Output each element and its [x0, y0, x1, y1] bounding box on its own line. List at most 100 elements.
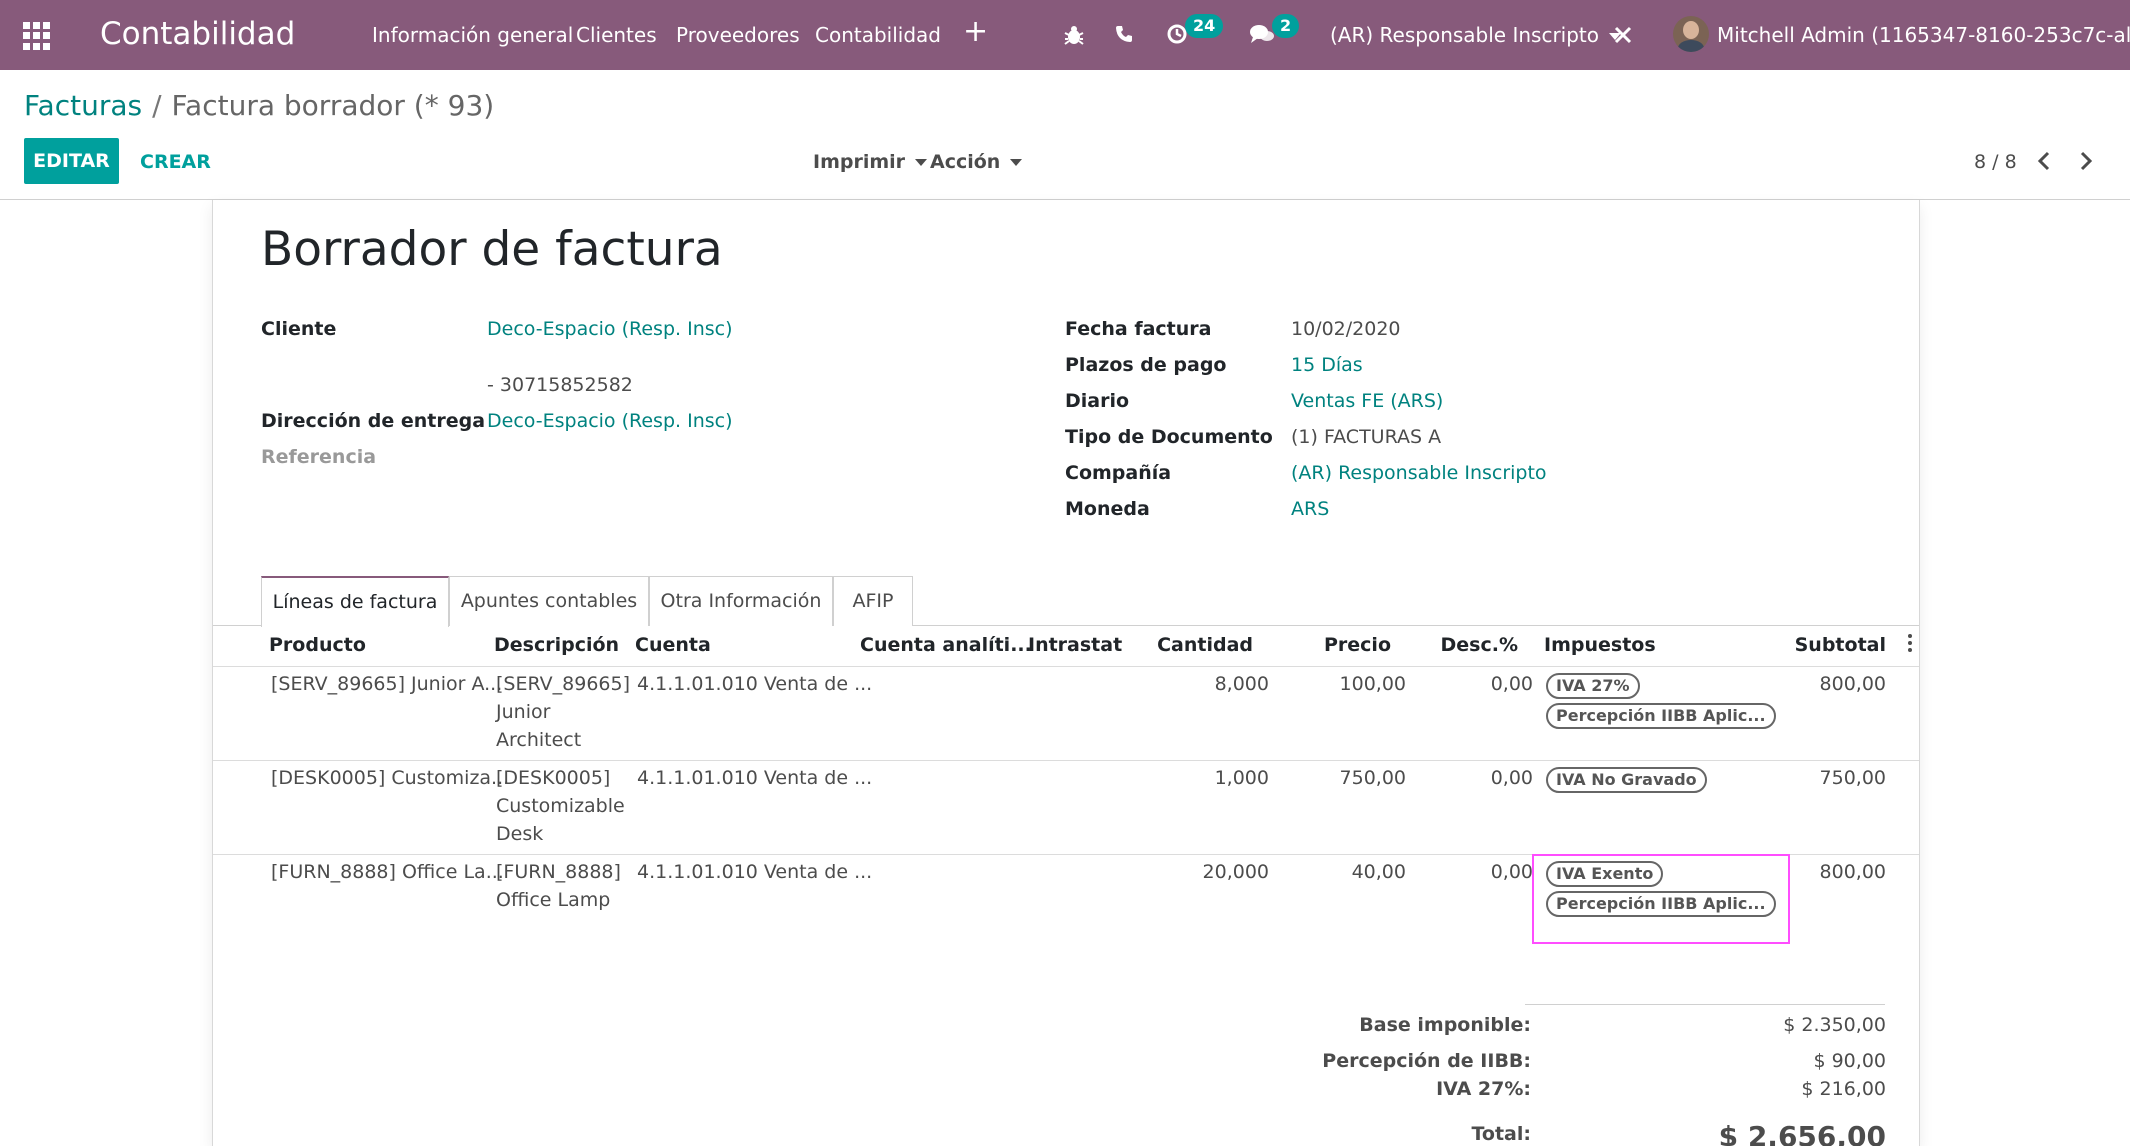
customer-vat: - 30715852582: [487, 374, 633, 396]
iibb-label: Percepción de IIBB:: [1322, 1050, 1531, 1072]
edit-button[interactable]: EDITAR: [24, 138, 119, 184]
optional-columns-icon[interactable]: [1908, 634, 1912, 652]
user-menu[interactable]: Mitchell Admin (1165347-8160-253c7c-all): [1717, 22, 2130, 48]
menu-informacion-general[interactable]: Información general: [372, 22, 573, 48]
bug-icon[interactable]: [1063, 24, 1085, 46]
tab-lineas-de-factura[interactable]: Líneas de factura: [261, 576, 449, 627]
action-dropdown[interactable]: Acción: [930, 150, 1023, 174]
tab-otra-informacion[interactable]: Otra Información: [649, 576, 833, 626]
cell-description-line[interactable]: Junior: [496, 698, 550, 726]
col-descripcion[interactable]: Descripción: [494, 633, 619, 657]
col-cantidad[interactable]: Cantidad: [1153, 633, 1253, 657]
breadcrumb-facturas-link[interactable]: Facturas: [24, 89, 142, 122]
invoice-date-label: Fecha factura: [1065, 318, 1212, 340]
cell-description-line[interactable]: Architect: [496, 726, 581, 754]
cell-price[interactable]: 750,00: [1293, 764, 1406, 792]
reference-label: Referencia: [261, 446, 377, 468]
company-switcher[interactable]: (AR) Responsable Inscripto: [1330, 22, 1622, 48]
totals-divider: [1525, 1004, 1885, 1005]
col-cuenta[interactable]: Cuenta: [635, 633, 711, 657]
cell-subtotal: 800,00: [1819, 673, 1886, 695]
cell-account[interactable]: 4.1.1.01.010 Venta de ...: [637, 764, 872, 792]
chevron-left-icon[interactable]: [2036, 150, 2052, 172]
breadcrumb: Facturas / Factura borrador (* 93): [24, 88, 494, 124]
currency-label: Moneda: [1065, 498, 1150, 520]
company-label: Compañía: [1065, 462, 1172, 484]
payment-terms-label: Plazos de pago: [1065, 354, 1227, 376]
cell-description-line[interactable]: [FURN_8888]: [496, 858, 621, 886]
messages-count-badge: 2: [1272, 14, 1300, 38]
total-label: Total:: [1471, 1123, 1531, 1145]
app-name[interactable]: Contabilidad: [100, 13, 295, 55]
cell-description-line[interactable]: [DESK0005]: [496, 764, 610, 792]
chevron-right-icon[interactable]: [2078, 150, 2094, 172]
cell-price[interactable]: 40,00: [1293, 858, 1406, 886]
cell-account[interactable]: 4.1.1.01.010 Venta de ...: [637, 858, 872, 886]
cell-quantity[interactable]: 1,000: [1153, 764, 1269, 792]
tax-tag[interactable]: IVA No Gravado: [1546, 767, 1707, 793]
col-precio[interactable]: Precio: [1281, 633, 1391, 657]
user-name: Mitchell Admin (1165347-8160-253c7c-all): [1717, 23, 2130, 47]
row-divider: [213, 760, 1919, 761]
cell-subtotal: 750,00: [1819, 767, 1886, 789]
avatar[interactable]: [1673, 16, 1709, 52]
invoice-date-value[interactable]: 10/02/2020: [1291, 317, 1401, 341]
cell-account[interactable]: 4.1.1.01.010 Venta de ...: [637, 670, 872, 698]
col-cuenta-analitica[interactable]: Cuenta analíti...: [860, 633, 1032, 657]
close-icon[interactable]: [1614, 26, 1632, 44]
col-producto[interactable]: Producto: [269, 633, 366, 657]
cell-quantity[interactable]: 8,000: [1153, 670, 1269, 698]
col-subtotal[interactable]: Subtotal: [1773, 633, 1886, 657]
iva-value: $ 216,00: [1801, 1078, 1886, 1100]
base-amount-value: $ 2.350,00: [1783, 1014, 1886, 1036]
pager-value[interactable]: 8 / 8: [1974, 150, 2017, 174]
col-descuento[interactable]: Desc.%: [1425, 633, 1518, 657]
action-label: Acción: [930, 151, 1001, 173]
chevron-down-icon: [1010, 159, 1023, 166]
tab-apuntes-contables[interactable]: Apuntes contables: [449, 576, 649, 626]
document-type-value: (1) FACTURAS A: [1291, 426, 1442, 448]
cell-description-line[interactable]: Customizable: [496, 792, 625, 820]
document-type-label: Tipo de Documento: [1065, 426, 1273, 448]
print-dropdown[interactable]: Imprimir: [813, 150, 928, 174]
cell-discount[interactable]: 0,00: [1443, 764, 1533, 792]
cell-quantity[interactable]: 20,000: [1153, 858, 1269, 886]
cell-price[interactable]: 100,00: [1293, 670, 1406, 698]
apps-grid-icon[interactable]: [23, 22, 51, 50]
page-title: Borrador de factura: [261, 222, 723, 277]
cell-product[interactable]: [FURN_8888] Office La...: [271, 858, 504, 886]
cell-description-line[interactable]: Office Lamp: [496, 886, 610, 914]
menu-proveedores[interactable]: Proveedores: [676, 22, 800, 48]
cell-description-line[interactable]: [SERV_89665]: [496, 670, 630, 698]
tax-tag[interactable]: Percepción IIBB Aplic...: [1546, 703, 1776, 729]
tax-tag[interactable]: IVA 27%: [1546, 673, 1640, 699]
base-amount-label: Base imponible:: [1359, 1014, 1531, 1036]
cell-discount[interactable]: 0,00: [1443, 858, 1533, 886]
payment-terms-link[interactable]: 15 Días: [1291, 353, 1363, 377]
col-intrastat[interactable]: Intrastat: [1028, 633, 1122, 657]
delivery-address-link[interactable]: Deco-Espacio (Resp. Insc): [487, 409, 733, 433]
menu-contabilidad[interactable]: Contabilidad: [815, 22, 941, 48]
activity-count-badge: 24: [1185, 14, 1224, 38]
currency-link[interactable]: ARS: [1291, 497, 1329, 521]
tax-highlight-box: [1532, 854, 1790, 944]
cell-product[interactable]: [SERV_89665] Junior A...: [271, 670, 502, 698]
create-button[interactable]: CREAR: [140, 150, 211, 174]
header-divider: [213, 666, 1919, 667]
plus-icon[interactable]: +: [963, 17, 988, 47]
menu-clientes[interactable]: Clientes: [576, 22, 657, 48]
journal-link[interactable]: Ventas FE (ARS): [1291, 389, 1443, 413]
cell-description-line[interactable]: Desk: [496, 820, 543, 848]
cell-product[interactable]: [DESK0005] Customiza...: [271, 764, 509, 792]
customer-link[interactable]: Deco-Espacio (Resp. Insc): [487, 317, 733, 341]
iibb-value: $ 90,00: [1813, 1050, 1886, 1072]
tab-afip[interactable]: AFIP: [833, 576, 913, 626]
delivery-address-label: Dirección de entrega: [261, 410, 486, 432]
phone-icon[interactable]: [1114, 24, 1134, 44]
iva-label: IVA 27%:: [1436, 1078, 1531, 1100]
cell-discount[interactable]: 0,00: [1443, 670, 1533, 698]
breadcrumb-current: Factura borrador (* 93): [171, 89, 495, 122]
chevron-down-icon: [915, 159, 928, 166]
company-link[interactable]: (AR) Responsable Inscripto: [1291, 461, 1547, 485]
col-impuestos[interactable]: Impuestos: [1544, 633, 1656, 657]
